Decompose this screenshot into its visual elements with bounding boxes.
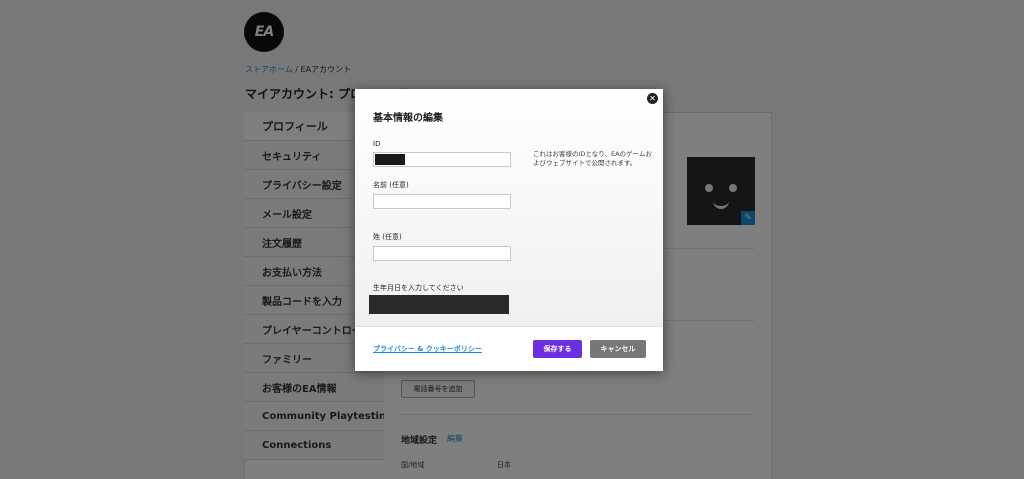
id-help-text: これはお客様のIDとなり、EAのゲームおよびウェブサイトで公開されます。 — [533, 150, 652, 167]
save-button[interactable]: 保存する — [533, 340, 582, 358]
first-name-label: 名前 (任意) — [373, 181, 409, 189]
dialog-title: 基本情報の編集 — [373, 113, 443, 124]
last-name-input[interactable] — [373, 246, 511, 261]
close-icon[interactable]: ✕ — [647, 93, 658, 104]
dob-selector-redacted[interactable] — [369, 295, 509, 314]
edit-basic-info-dialog: ✕ 基本情報の編集 ID 名前 (任意) 姓 (任意) 生年月日を入力してくださ… — [355, 89, 663, 371]
cancel-button[interactable]: キャンセル — [590, 340, 646, 358]
privacy-policy-link[interactable]: プライバシー & クッキーポリシー — [373, 344, 482, 354]
id-label: ID — [373, 140, 381, 148]
last-name-label: 姓 (任意) — [373, 233, 402, 241]
first-name-input[interactable] — [373, 194, 511, 209]
dialog-body: ✕ 基本情報の編集 ID 名前 (任意) 姓 (任意) 生年月日を入力してくださ… — [355, 89, 663, 326]
redacted-id-value — [375, 154, 405, 165]
dob-label: 生年月日を入力してください — [373, 284, 464, 292]
